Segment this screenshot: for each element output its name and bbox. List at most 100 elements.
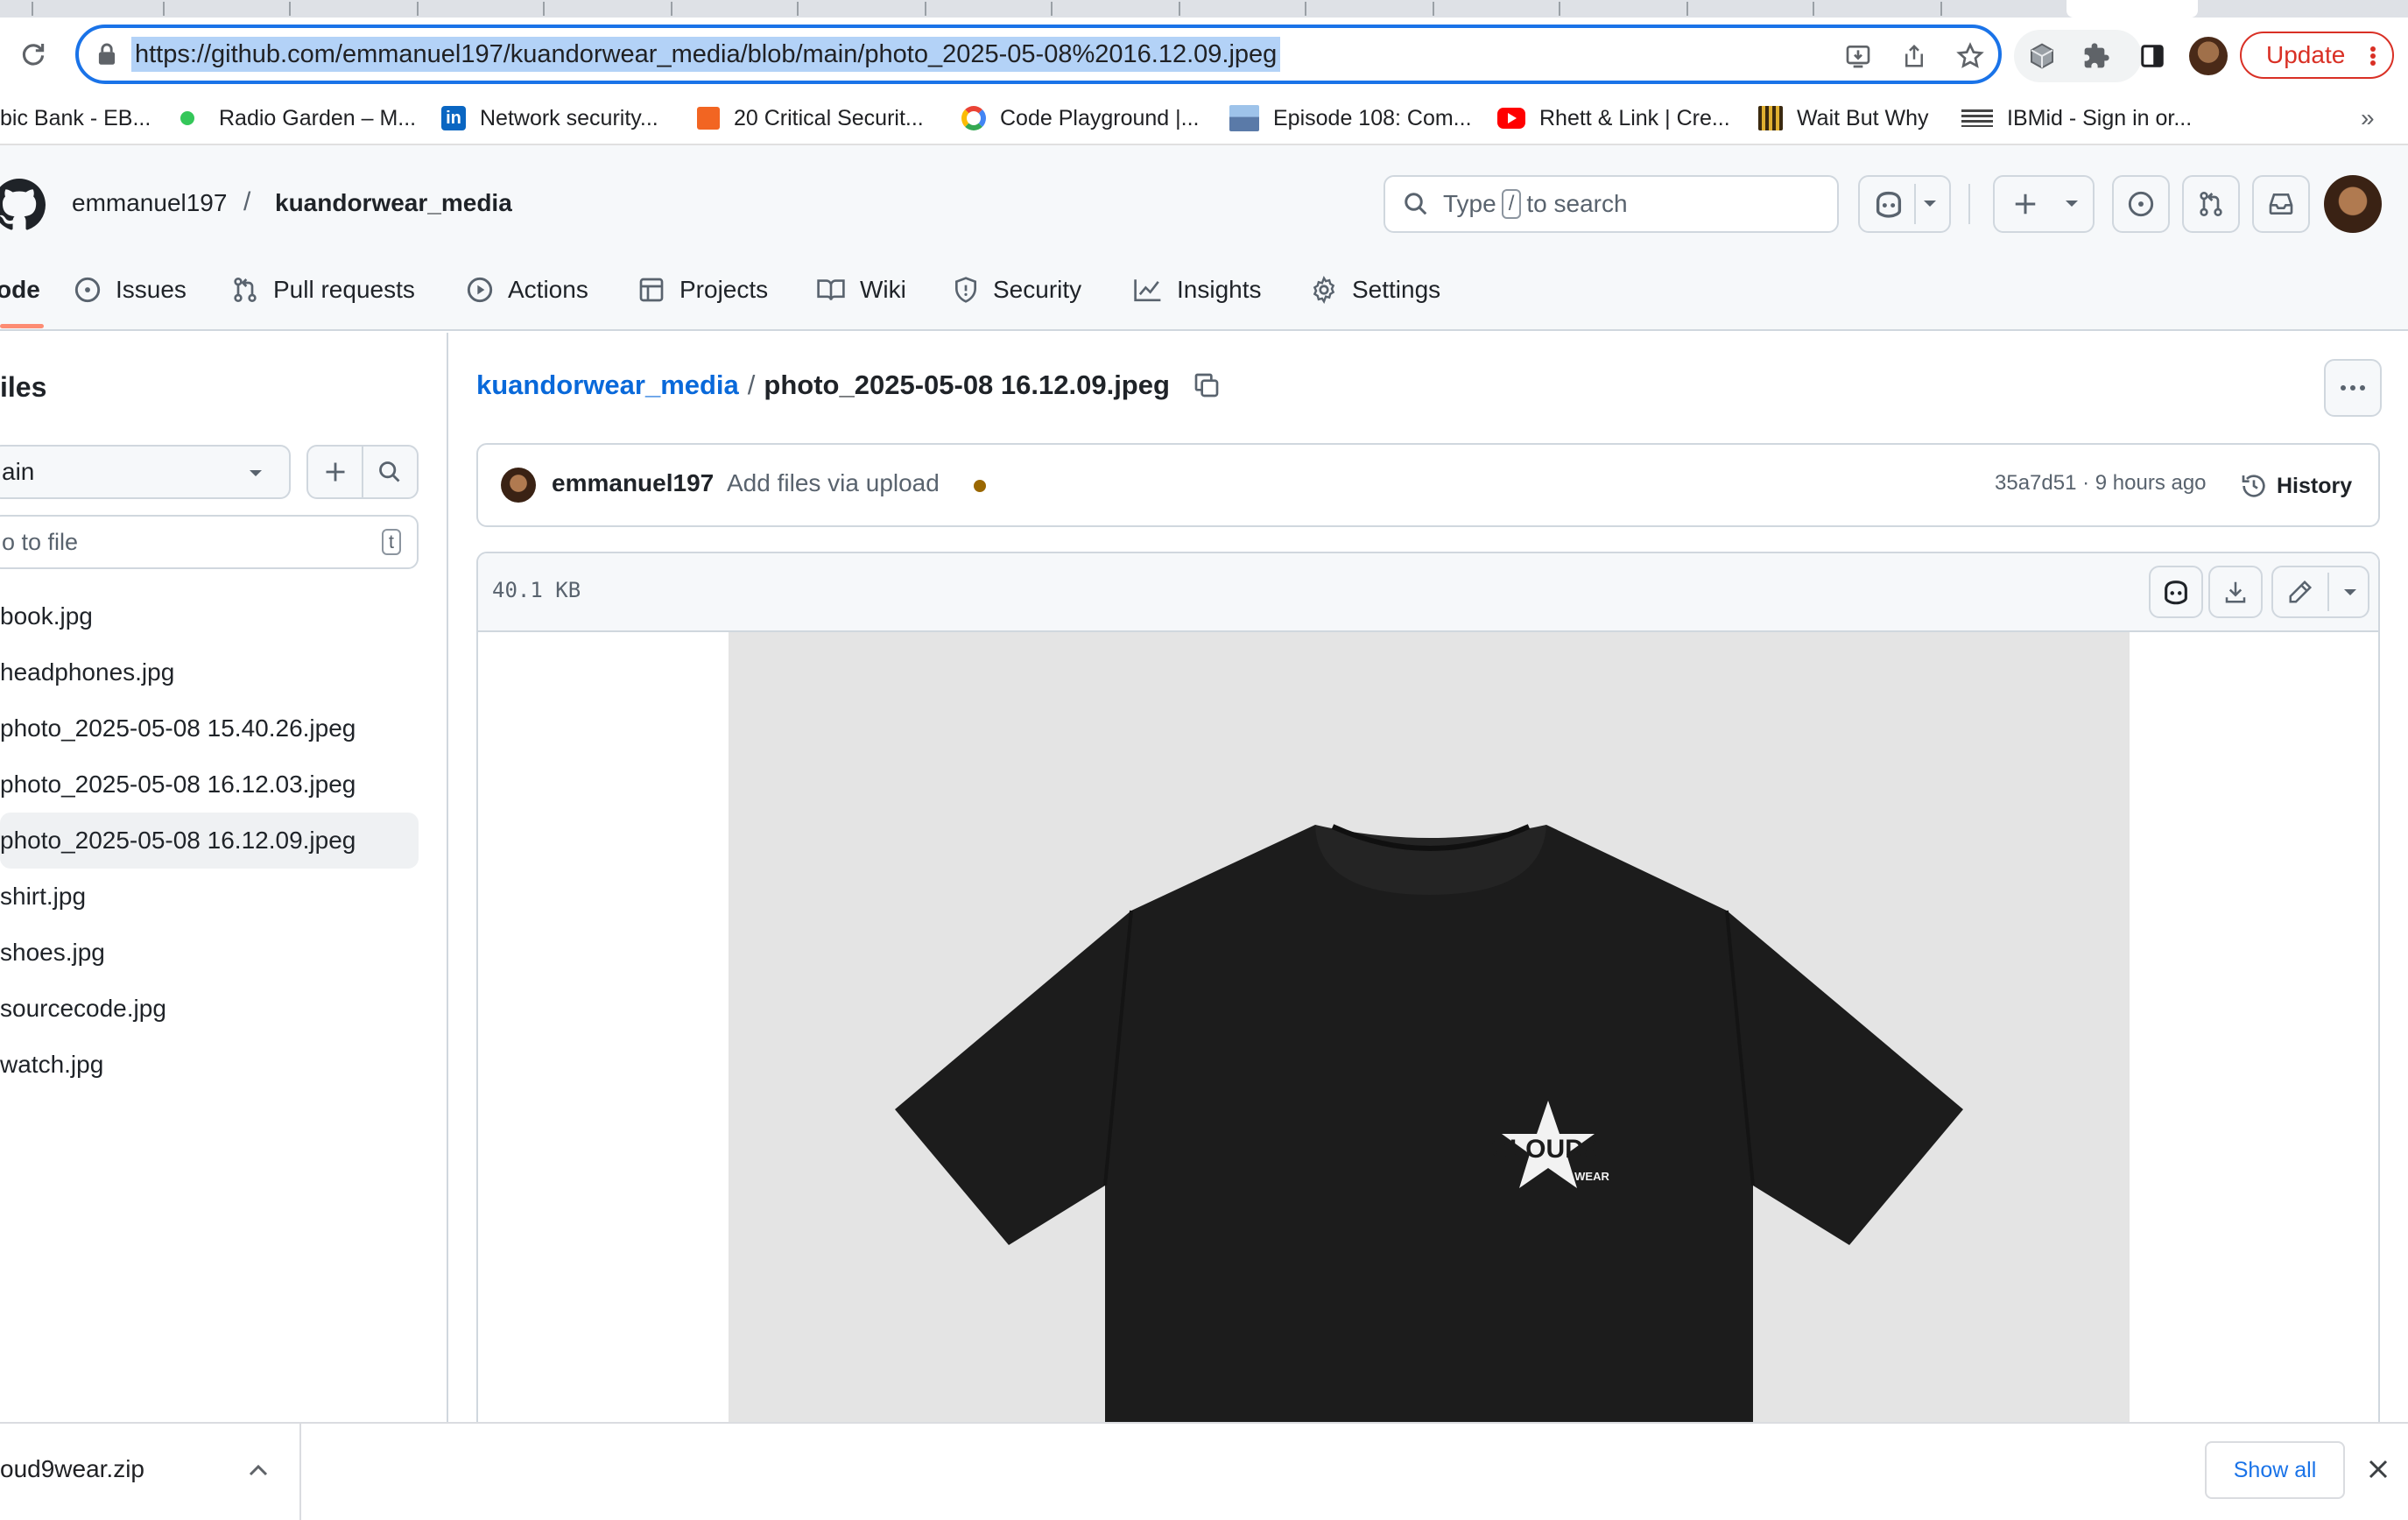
close-downloads-button[interactable] [2362, 1453, 2394, 1485]
search-input[interactable]: Type / to search [1384, 175, 1839, 233]
linkedin-icon: in [441, 106, 466, 130]
update-label: Update [2266, 41, 2346, 68]
bookmarks-overflow-button[interactable]: » [2361, 91, 2375, 145]
copilot-ask-button[interactable] [2149, 566, 2203, 618]
chevron-down-icon [2344, 589, 2356, 595]
commit-hash[interactable]: 35a7d51 [1995, 471, 2076, 495]
pull-requests-button[interactable] [2182, 175, 2240, 233]
bookmark-item[interactable]: Code Playground |... [961, 91, 1199, 145]
file-item[interactable]: photo_2025-05-08 16.12.03.jpeg [0, 756, 419, 813]
file-name: shoes.jpg [0, 939, 105, 966]
tab-issues[interactable]: Issues [74, 259, 187, 320]
tab-security[interactable]: Security [953, 259, 1081, 320]
commit-author[interactable]: emmanuel197 [552, 469, 714, 497]
file-item-active[interactable]: photo_2025-05-08 16.12.09.jpeg [0, 813, 419, 869]
more-options-button[interactable] [2324, 359, 2382, 417]
file-item[interactable]: shirt.jpg [0, 869, 419, 925]
show-all-downloads-button[interactable]: Show all [2205, 1441, 2345, 1499]
lock-icon[interactable] [93, 40, 121, 68]
bookmark-item[interactable]: Wait But Why [1758, 91, 1929, 145]
file-item[interactable]: watch.jpg [0, 1037, 419, 1093]
reload-icon[interactable] [16, 37, 51, 72]
bookmark-label: bic Bank - EB... [0, 105, 151, 130]
issues-button[interactable] [2112, 175, 2170, 233]
user-avatar[interactable] [2324, 175, 2382, 233]
puzzle-icon[interactable] [2077, 37, 2116, 75]
bookmark-item[interactable]: IBMid - Sign in or... [1961, 91, 2192, 145]
wbw-icon [1758, 106, 1783, 130]
file-item[interactable]: book.jpg [0, 588, 419, 644]
side-panel-icon[interactable] [2133, 37, 2172, 75]
download-raw-button[interactable] [2208, 566, 2263, 618]
search-icon [379, 461, 400, 482]
chevron-down-icon [2066, 201, 2078, 207]
tab-actions[interactable]: Actions [466, 259, 588, 320]
breadcrumb: kuandorwear_media / photo_2025-05-08 16.… [476, 369, 1221, 401]
tab-settings[interactable]: Settings [1310, 259, 1440, 320]
create-new-button[interactable] [1993, 175, 2095, 233]
breadcrumb-separator: / [747, 369, 756, 400]
bookmark-item[interactable]: in Network security... [441, 91, 658, 145]
share-icon[interactable] [1895, 37, 1933, 75]
url-text[interactable]: https://github.com/emmanuel197/kuandorwe… [131, 37, 1281, 72]
landscape-thumb-icon [1229, 105, 1259, 131]
download-file-name: oud9wear.zip [0, 1455, 145, 1482]
bookmark-item[interactable]: Rhett & Link | Cre... [1497, 91, 1730, 145]
history-icon [2242, 475, 2265, 497]
history-button[interactable]: History [2240, 466, 2352, 506]
file-item[interactable]: photo_2025-05-08 15.40.26.jpeg [0, 700, 419, 756]
logo-text: CLOUD9. [1490, 1135, 1606, 1164]
image-preview: CLOUD9. WEAR [729, 632, 2130, 1425]
copy-path-icon[interactable] [1193, 371, 1221, 399]
bookmark-label: 20 Critical Securit... [734, 105, 924, 130]
tab-label: Wiki [860, 276, 906, 303]
file-name: photo_2025-05-08 16.12.03.jpeg [0, 771, 356, 798]
overflow-chevron-icon: » [2361, 104, 2375, 131]
browser-tab-active[interactable] [2067, 0, 2198, 18]
latest-commit-box: emmanuel197 Add files via upload 35a7d51… [476, 443, 2380, 527]
owner-link[interactable]: emmanuel197 [72, 189, 227, 217]
inbox-button[interactable] [2252, 175, 2310, 233]
tab-projects[interactable]: Projects [637, 259, 768, 320]
commit-author-avatar[interactable] [501, 468, 536, 503]
extension-cube-icon[interactable] [2023, 37, 2061, 75]
tab-insights[interactable]: Insights [1133, 259, 1262, 320]
copilot-button[interactable] [1858, 175, 1951, 233]
go-to-file-input[interactable]: o to file t [0, 515, 419, 569]
file-item[interactable]: sourcecode.jpg [0, 981, 419, 1037]
bookmark-item[interactable]: Episode 108: Com... [1229, 91, 1472, 145]
tab-wiki[interactable]: Wiki [816, 259, 906, 320]
branch-selector[interactable]: ain [0, 445, 291, 499]
tab-code[interactable]: ode [0, 259, 40, 320]
download-item[interactable]: oud9wear.zip [0, 1424, 301, 1520]
bookmark-item[interactable]: 20 Critical Securit... [697, 91, 924, 145]
commit-message[interactable]: Add files via upload [727, 469, 940, 497]
add-file-button[interactable] [308, 447, 362, 497]
tab-separator [1813, 2, 1814, 16]
install-app-icon[interactable] [1839, 37, 1877, 75]
bookmark-star-icon[interactable] [1951, 37, 1989, 75]
breadcrumb-repo-link[interactable]: kuandorwear_media [476, 369, 739, 401]
edit-file-button[interactable] [2271, 566, 2369, 618]
commit-status-dot[interactable] [974, 480, 986, 492]
graph-icon [1134, 279, 1161, 302]
bookmark-item[interactable]: Radio Garden – M... [180, 91, 416, 145]
file-item[interactable]: headphones.jpg [0, 644, 419, 700]
update-button[interactable]: Update [2240, 32, 2394, 79]
gear-icon [1313, 276, 1335, 304]
file-item[interactable]: shoes.jpg [0, 925, 419, 981]
inbox-icon [2269, 194, 2293, 215]
add-file-search-group [306, 445, 419, 499]
search-files-button[interactable] [363, 447, 417, 497]
tab-separator [543, 2, 545, 16]
table-icon [639, 278, 664, 302]
tab-pull-requests[interactable]: Pull requests [231, 259, 415, 320]
rainbow-ring-icon [961, 106, 986, 130]
tab-separator [163, 2, 165, 16]
download-icon [2225, 581, 2246, 603]
bookmark-item[interactable]: bic Bank - EB... [0, 91, 151, 145]
profile-avatar[interactable] [2189, 37, 2228, 75]
bookmarks-bar: bic Bank - EB... Radio Garden – M... in … [0, 91, 2408, 145]
repo-link[interactable]: kuandorwear_media [275, 189, 512, 217]
github-logo-icon[interactable] [0, 179, 46, 231]
